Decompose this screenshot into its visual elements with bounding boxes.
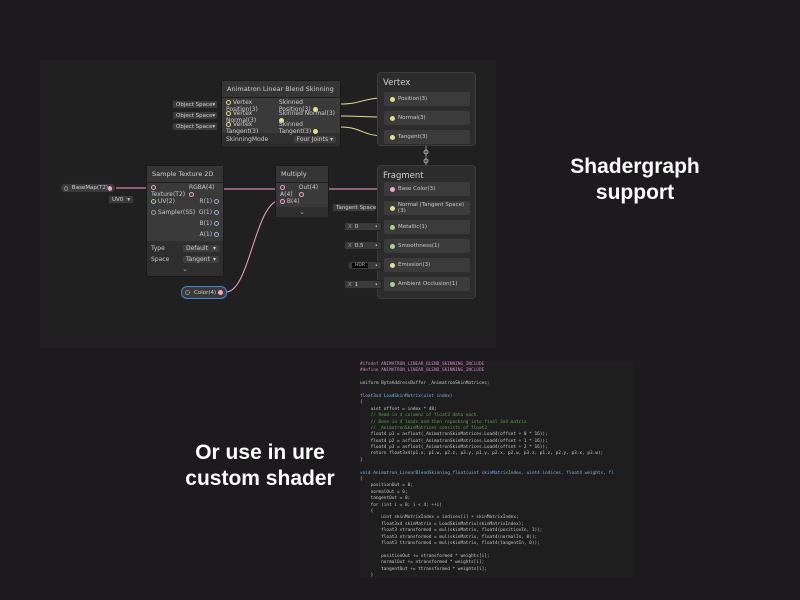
output-port-icon[interactable] <box>188 191 194 197</box>
input-port-icon[interactable] <box>151 210 156 215</box>
hdr-swatch: HDR <box>352 263 368 268</box>
input-port-icon[interactable] <box>151 199 156 204</box>
output-port-icon[interactable] <box>218 290 223 295</box>
input-port-icon[interactable] <box>390 281 395 287</box>
object-space-chip[interactable]: Object Space ▾ <box>172 111 218 120</box>
object-space-chip[interactable]: Object Space ▾ <box>172 100 218 109</box>
dropdown-arrow-icon: ▾ <box>212 245 216 252</box>
property-dot-icon <box>185 290 190 295</box>
connector-dot-icon: • <box>374 223 378 230</box>
input-port-icon[interactable] <box>226 110 231 116</box>
shadergraph-heading: Shadergraph support <box>570 155 700 205</box>
smoothness-value-field[interactable]: X 0.5 • <box>344 241 382 250</box>
object-space-chip[interactable]: Object Space ▾ <box>172 122 218 131</box>
dropdown-arrow-icon: ▾ <box>212 256 216 263</box>
emission-hdr-field[interactable]: HDR • <box>348 261 382 270</box>
dropdown-arrow-icon: ▾ <box>212 123 216 130</box>
connector-dot-icon: • <box>374 242 378 249</box>
multiply-row: A(4) Out(4) <box>280 183 319 198</box>
dropdown-arrow-icon: ▾ <box>212 101 216 108</box>
input-port-icon[interactable] <box>390 115 395 121</box>
skinning-row: Vertex Tangent(3) Skinned Tangent(3) <box>222 121 340 135</box>
code-line: return float3x4(p1.x, p1.w, p2.z, p3.y, … <box>360 451 604 457</box>
collapse-chevron-icon[interactable]: ⌄ <box>147 265 223 274</box>
input-port-icon[interactable] <box>390 224 395 230</box>
node-title: Sample Texture 2D <box>147 166 223 183</box>
fragment-stack[interactable]: Fragment Base Color(3) Normal (Tangent S… <box>377 165 476 299</box>
skinning-node[interactable]: Animatron Linear Blend Skinning Vertex P… <box>221 80 341 148</box>
output-port-icon[interactable] <box>108 185 112 191</box>
output-port-icon[interactable] <box>313 128 319 134</box>
space-dropdown[interactable]: Tangent ▾ <box>183 256 219 263</box>
input-port-icon[interactable] <box>151 184 156 190</box>
occlusion-value-field[interactable]: X 1 • <box>344 280 382 289</box>
input-port-icon[interactable] <box>280 199 285 204</box>
vertex-stack[interactable]: Vertex Position(3) Normal(3) Tangent(3) <box>377 72 476 146</box>
fragment-block[interactable]: Normal (Tangent Space)(3) <box>384 201 470 215</box>
multiply-row: B(4) <box>276 196 328 207</box>
fragment-stack-title: Fragment <box>383 171 424 181</box>
output-port-icon[interactable] <box>298 191 304 197</box>
type-row: Type Default ▾ <box>147 243 223 254</box>
connector-dot-icon: • <box>374 262 378 269</box>
property-dot-icon <box>64 185 68 191</box>
input-port-icon[interactable] <box>390 205 395 211</box>
output-port-icon[interactable] <box>214 221 219 226</box>
multiply-node[interactable]: Multiply A(4) Out(4) B(4) ⌄ <box>275 165 329 217</box>
metallic-value-field[interactable]: X 0 • <box>344 222 382 231</box>
input-port-icon[interactable] <box>390 186 395 192</box>
input-port-icon[interactable] <box>390 96 395 102</box>
fragment-block[interactable]: Emission(3) <box>384 258 470 272</box>
color-property[interactable]: Color(4) <box>181 286 227 299</box>
fragment-block[interactable]: Ambient Occlusion(1) <box>384 277 470 291</box>
collapse-chevron-icon[interactable]: ⌄ <box>276 207 328 217</box>
input-port-icon[interactable] <box>390 243 395 249</box>
basemap-property[interactable]: BaseMap(T2) <box>60 183 116 193</box>
fragment-block[interactable]: Metallic(1) <box>384 220 470 234</box>
space-row: Space Tangent ▾ <box>147 254 223 265</box>
type-dropdown[interactable]: Default ▾ <box>183 245 219 252</box>
fragment-block[interactable]: Smoothness(1) <box>384 239 470 253</box>
input-port-icon[interactable] <box>280 184 285 190</box>
code-line: } <box>360 572 374 577</box>
sample-row: Texture(T2) RGBA(4) <box>151 183 215 198</box>
node-title: Animatron Linear Blend Skinning <box>222 81 340 98</box>
code-line: void Animatron_LinearBlendSkinning_float… <box>360 470 614 476</box>
custom-shader-heading: Or use in ure custom shader <box>185 441 335 491</box>
output-port-icon[interactable] <box>214 210 219 215</box>
tangent-space-chip[interactable]: Tangent Space <box>332 203 376 212</box>
code-panel: #ifndef ANIMATRON_LINEAR_BLEND_SKINNING_… <box>360 361 634 577</box>
sample-row: UV(2) R(1) <box>147 196 223 207</box>
vertex-block[interactable]: Tangent(3) <box>384 130 470 144</box>
dropdown-arrow-icon: ▾ <box>127 196 130 203</box>
sample-row: Sampler(SS) G(1) <box>147 207 223 218</box>
uv-chip[interactable]: UV0 ▾ <box>108 195 134 204</box>
dropdown-arrow-icon: ▾ <box>212 112 216 119</box>
input-port-icon[interactable] <box>390 262 395 268</box>
vertex-block[interactable]: Normal(3) <box>384 111 470 125</box>
input-port-icon[interactable] <box>226 99 231 105</box>
vertex-stack-title: Vertex <box>383 78 411 88</box>
sample-row: A(1) <box>147 229 223 240</box>
input-port-icon[interactable] <box>226 121 231 127</box>
input-port-icon[interactable] <box>390 134 395 140</box>
skinning-mode-row: SkinningMode Four Joints ▾ <box>222 133 340 145</box>
fragment-block[interactable]: Base Color(3) <box>384 182 470 196</box>
node-title: Multiply <box>276 166 328 183</box>
sample-row: B(1) <box>147 218 223 229</box>
connector-dot-icon: • <box>374 281 378 288</box>
sample-texture-node[interactable]: Sample Texture 2D Texture(T2) RGBA(4) UV… <box>146 165 224 277</box>
output-port-icon[interactable] <box>214 199 219 204</box>
vertex-block[interactable]: Position(3) <box>384 92 470 106</box>
skinning-mode-dropdown[interactable]: Four Joints ▾ <box>293 135 336 143</box>
output-port-icon[interactable] <box>214 232 219 237</box>
